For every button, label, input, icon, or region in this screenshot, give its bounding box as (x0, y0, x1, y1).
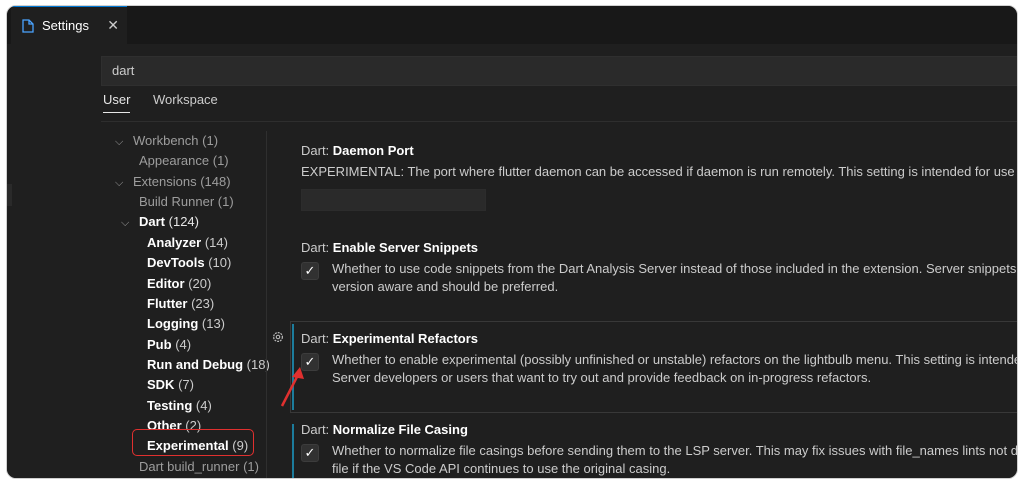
toc-divider (266, 131, 267, 478)
toc-item-editor[interactable]: Editor (20) (147, 274, 211, 294)
setting-title: Dart: Enable Server Snippets (301, 240, 479, 255)
toc-item-sdk[interactable]: SDK (7) (147, 375, 194, 395)
tab-user[interactable]: User (103, 92, 131, 113)
chevron-down-icon: ⌵ (115, 177, 124, 189)
checkbox-row: ✓ Whether to enable experimental (possib… (301, 351, 1018, 387)
gear-icon[interactable] (271, 330, 285, 344)
search-input[interactable]: dart (101, 56, 1017, 86)
tab-label: Settings (42, 18, 89, 33)
setting-description-cont: Server developers or users that want to … (332, 370, 872, 385)
setting-enable-server-snippets: Dart: Enable Server Snippets ✓ Whether t… (301, 238, 1018, 296)
activity-marker (7, 184, 12, 206)
modified-indicator (292, 424, 294, 478)
toc-item-analyzer[interactable]: Analyzer (14) (147, 233, 228, 253)
chevron-down-icon: ⌵ (121, 217, 130, 229)
daemon-port-input[interactable] (301, 189, 486, 211)
setting-title: Dart: Normalize File Casing (301, 422, 468, 437)
toc-item-appearance[interactable]: Appearance (1) (139, 151, 229, 171)
checkbox-row: ✓ Whether to use code snippets from the … (301, 260, 1018, 296)
toc-item-testing[interactable]: Testing (4) (147, 396, 212, 416)
tab-bar: Settings ✕ (7, 6, 1017, 45)
toc-item-devtools[interactable]: DevTools (10) (147, 253, 231, 273)
setting-description: Whether to normalize file casings before… (332, 443, 1018, 458)
setting-experimental-refactors: Dart: Experimental Refactors ✓ Whether t… (301, 329, 1018, 387)
setting-normalize-file-casing: Dart: Normalize File Casing ✓ Whether to… (301, 420, 1018, 478)
toc-item-dart[interactable]: ⌵ Dart (124) (121, 212, 199, 232)
toc-item-extensions[interactable]: ⌵ Extensions (148) (115, 172, 231, 192)
setting-title: Dart: Experimental Refactors (301, 331, 479, 346)
toc-item-run-and-debug[interactable]: Run and Debug (18) (147, 355, 270, 375)
setting-description: Whether to enable experimental (possibly… (332, 352, 1018, 367)
close-icon[interactable]: ✕ (107, 17, 119, 34)
checkbox-row: ✓ Whether to normalize file casings befo… (301, 442, 1018, 478)
toc-item-workbench[interactable]: ⌵ Workbench (1) (115, 131, 218, 151)
toc-item-flutter[interactable]: Flutter (23) (147, 294, 214, 314)
normalize-file-casing-checkbox[interactable]: ✓ (301, 444, 319, 462)
highlight-box (132, 429, 254, 456)
file-icon (22, 18, 34, 33)
setting-description: EXPERIMENTAL: The port where flutter dae… (301, 164, 1018, 179)
toc-item-dart-build-runner[interactable]: Dart build_runner (1) (139, 457, 259, 477)
setting-title: Dart: Daemon Port (301, 143, 414, 158)
setting-description-cont: file if the VS Code API continues to use… (332, 461, 671, 476)
chevron-down-icon: ⌵ (115, 136, 124, 148)
tab-settings[interactable]: Settings ✕ (11, 6, 127, 44)
toc-item-logging[interactable]: Logging (13) (147, 314, 225, 334)
toc-item-build-runner[interactable]: Build Runner (1) (139, 192, 234, 212)
red-arrow-annotation (280, 367, 304, 407)
tab-workspace[interactable]: Workspace (153, 92, 218, 107)
enable-server-snippets-checkbox[interactable]: ✓ (301, 262, 319, 280)
toc-item-pub[interactable]: Pub (4) (147, 335, 191, 355)
setting-description: Whether to use code snippets from the Da… (332, 261, 1018, 276)
setting-daemon-port: Dart: Daemon Port EXPERIMENTAL: The port… (301, 141, 1018, 211)
settings-window: Settings ✕ dart User Workspace ⌵ Workbenc… (6, 5, 1018, 479)
divider (101, 121, 1017, 122)
setting-description-cont: version aware and should be preferred. (332, 279, 559, 294)
